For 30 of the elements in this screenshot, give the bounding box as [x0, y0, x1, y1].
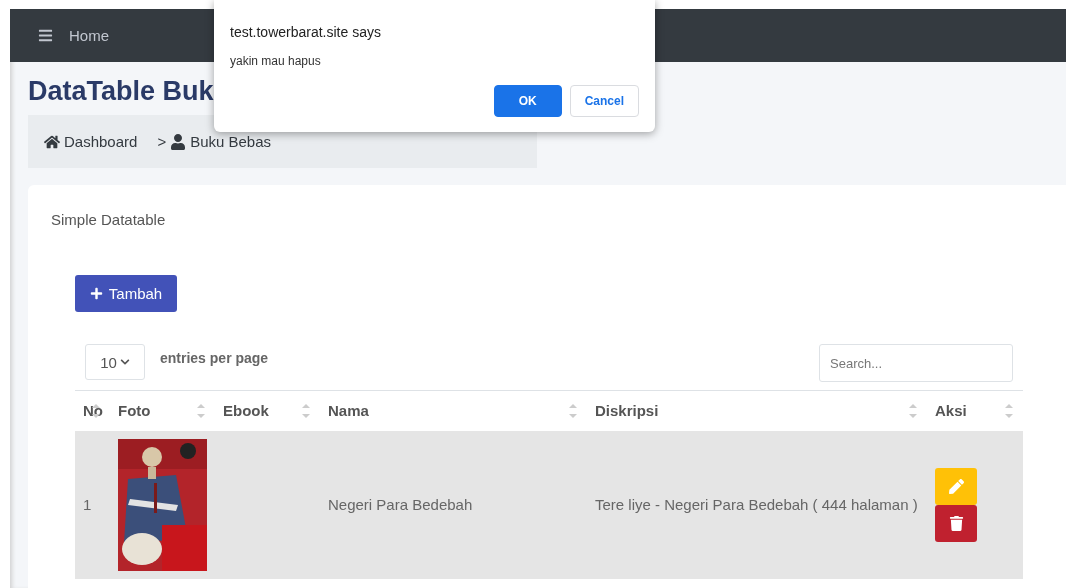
- column-header[interactable]: Foto: [118, 402, 151, 420]
- chevron-icon: [119, 357, 130, 367]
- table-cell: Tere liye - Negeri Para Bedebah ( 444 halaman ): [595, 495, 918, 513]
- search-field[interactable]: Search...: [819, 344, 1013, 382]
- trash-icon: [948, 515, 964, 531]
- nav-link[interactable]: Home: [69, 27, 109, 44]
- card-title: Simple Datatable: [51, 211, 167, 228]
- pencil-icon: [948, 478, 964, 494]
- column-header[interactable]: Ebook: [223, 402, 269, 420]
- page-title: DataTable Buk: [28, 76, 214, 107]
- user-icon: [170, 133, 187, 150]
- table-cell: 1: [83, 495, 92, 513]
- entries-label: entries per page: [160, 350, 269, 368]
- home-icon: [44, 133, 60, 150]
- breadcrumb-link[interactable]: Buku Bebas: [190, 133, 272, 150]
- entries-select[interactable]: 10: [85, 344, 145, 380]
- breadcrumb-link[interactable]: Dashboard: [64, 133, 138, 150]
- dialog-title: test.towerbarat.site says: [230, 24, 382, 40]
- dialog-message: yakin mau hapus: [230, 54, 322, 68]
- column-header[interactable]: Aksi: [935, 402, 967, 420]
- column-header[interactable]: Diskripsi: [595, 402, 659, 420]
- table-cell: Negeri Para Bedebah: [328, 495, 473, 513]
- plus-icon: [89, 287, 103, 300]
- ok-button[interactable]: OK: [493, 85, 562, 117]
- menu-icon[interactable]: [38, 28, 53, 43]
- cancel-button[interactable]: Cancel: [569, 85, 639, 117]
- column-header[interactable]: Nama: [328, 402, 369, 420]
- delete-button[interactable]: [935, 504, 977, 542]
- breadcrumb-separator: >: [157, 133, 167, 150]
- add-button[interactable]: Tambah: [75, 275, 177, 312]
